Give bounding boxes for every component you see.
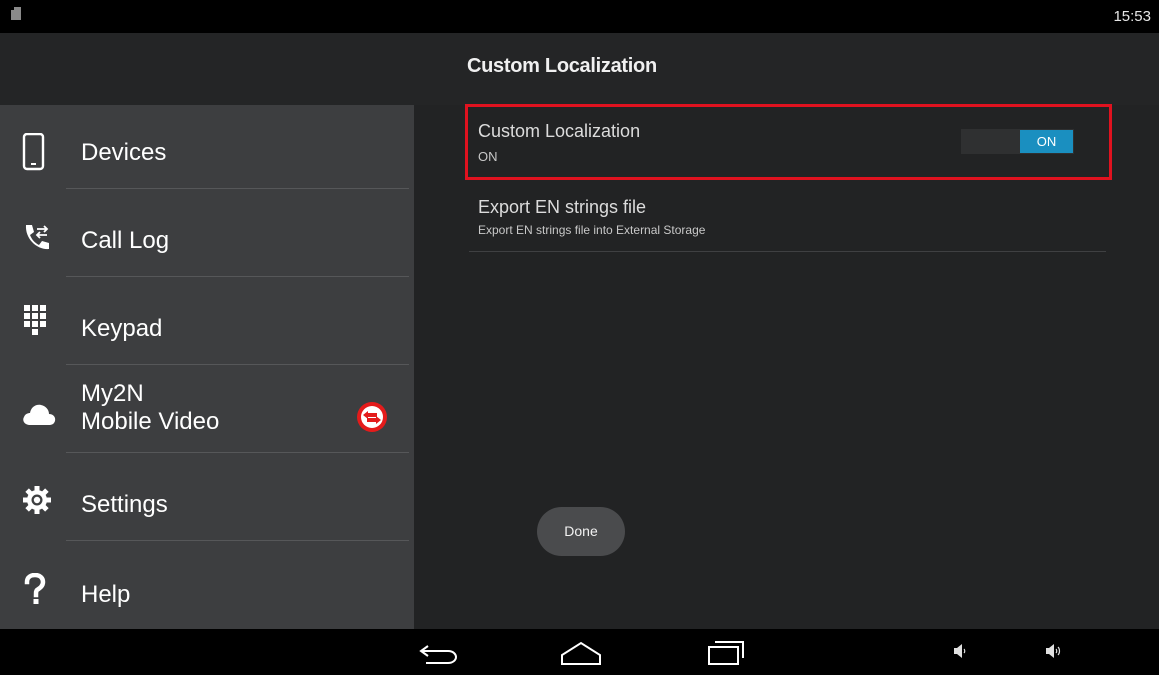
cloud-icon	[23, 404, 56, 425]
sidebar-item-label: Keypad	[81, 315, 163, 342]
pref-export-strings[interactable]: Export EN strings file Export EN strings…	[469, 190, 1105, 250]
phone-icon	[22, 133, 45, 171]
sidebar-item-my2n[interactable]: My2N Mobile Video	[0, 365, 414, 453]
recents-icon[interactable]	[707, 640, 745, 666]
sidebar-item-label: Call Log	[81, 227, 170, 254]
volume-down-icon[interactable]	[953, 643, 967, 659]
volume-up-icon[interactable]	[1045, 643, 1063, 659]
sidebar-item-label-line2: Mobile Video	[81, 408, 220, 435]
pref-title: Export EN strings file	[478, 197, 647, 217]
preferences-panel	[414, 105, 1159, 629]
keypad-icon	[24, 305, 46, 335]
sidebar-item-label: Help	[81, 581, 131, 608]
status-bar: 15:53	[0, 0, 1159, 33]
action-bar: Custom Localization	[0, 33, 1159, 105]
sidebar-item-label: Settings	[81, 491, 168, 518]
sidebar: Devices Call Log Keypad My2N Mobile Vide	[0, 105, 414, 629]
divider	[469, 251, 1106, 252]
navigation-bar	[0, 629, 1159, 675]
sidebar-item-call-log[interactable]: Call Log	[0, 189, 414, 277]
gear-icon	[23, 486, 51, 514]
sidebar-item-label: Devices	[81, 139, 167, 166]
highlight-box	[465, 104, 1112, 180]
sync-error-icon	[357, 402, 387, 432]
sidebar-item-devices[interactable]: Devices	[0, 105, 414, 189]
done-button[interactable]: Done	[537, 507, 625, 556]
sd-card-icon	[11, 7, 21, 20]
pref-summary: Export EN strings file into External Sto…	[478, 223, 706, 237]
back-icon[interactable]	[418, 643, 458, 665]
status-clock: 15:53	[1113, 8, 1151, 25]
sidebar-item-label-line1: My2N	[81, 380, 144, 407]
home-icon[interactable]	[560, 641, 602, 665]
page-title: Custom Localization	[467, 55, 657, 77]
sidebar-item-help[interactable]: Help	[0, 541, 414, 629]
sidebar-item-settings[interactable]: Settings	[0, 453, 414, 541]
call-log-icon	[25, 225, 49, 250]
question-icon	[24, 573, 46, 604]
sidebar-item-keypad[interactable]: Keypad	[0, 277, 414, 365]
